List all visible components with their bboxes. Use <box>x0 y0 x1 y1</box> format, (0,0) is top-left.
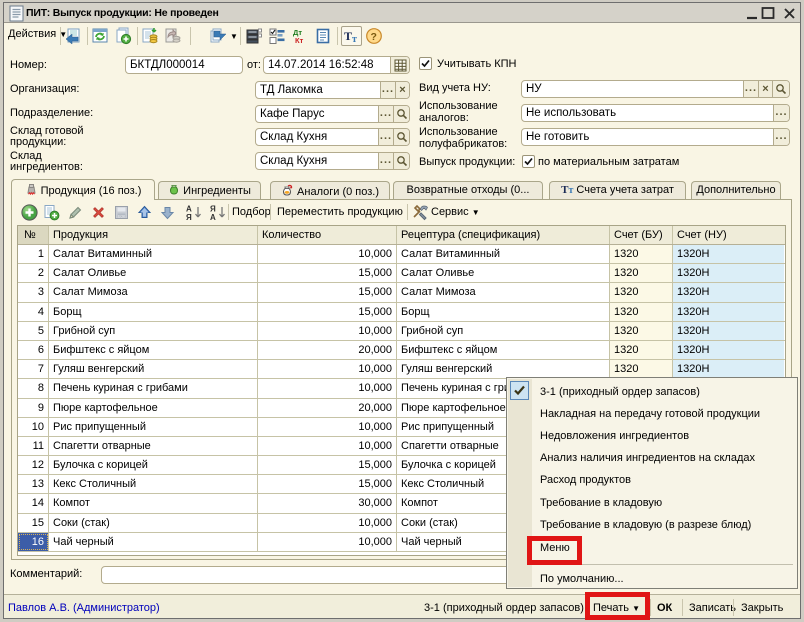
svg-text:Я: Я <box>186 213 192 222</box>
svg-text:А: А <box>210 213 216 222</box>
svg-text:ЕОК: ЕОК <box>118 215 126 219</box>
